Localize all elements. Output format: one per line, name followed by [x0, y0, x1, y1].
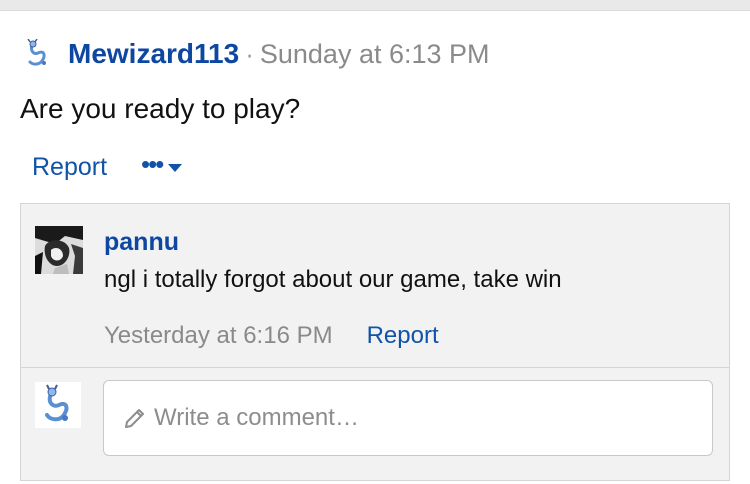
comment-timestamp[interactable]: Yesterday at 6:16 PM	[104, 322, 333, 350]
comment-input[interactable]: Write a comment…	[103, 380, 713, 456]
comment-report-link[interactable]: Report	[367, 322, 439, 350]
separator-dot: ·	[245, 38, 254, 69]
comment-input-placeholder: Write a comment…	[154, 404, 359, 431]
commenter-name[interactable]: pannu	[104, 228, 179, 257]
post-timestamp[interactable]: Sunday at 6:13 PM	[260, 39, 490, 70]
chevron-down-icon	[168, 163, 183, 172]
author-avatar-icon[interactable]	[24, 38, 54, 69]
commenter-avatar[interactable]	[35, 226, 83, 274]
post-card: Mewizard113 · Sunday at 6:13 PM Are you …	[0, 10, 750, 484]
reply-row: Write a comment…	[21, 368, 729, 480]
post-message: Are you ready to play?	[20, 93, 301, 124]
pencil-icon	[122, 405, 148, 431]
comments-section: pannu ngl i totally forgot about our gam…	[20, 203, 730, 481]
report-link[interactable]: Report	[32, 153, 107, 182]
comment-item: pannu ngl i totally forgot about our gam…	[21, 204, 729, 368]
more-actions-button[interactable]: •••	[141, 151, 183, 181]
more-dots-icon: •••	[141, 148, 164, 179]
post-header: Mewizard113 · Sunday at 6:13 PM	[24, 37, 490, 71]
comment-meta: Yesterday at 6:16 PM Report	[104, 322, 439, 350]
post-actions: Report •••	[32, 151, 183, 182]
current-user-avatar-icon	[35, 382, 81, 428]
post-author-link[interactable]: Mewizard113	[68, 38, 239, 70]
comment-text: ngl i totally forgot about our game, tak…	[104, 266, 562, 293]
